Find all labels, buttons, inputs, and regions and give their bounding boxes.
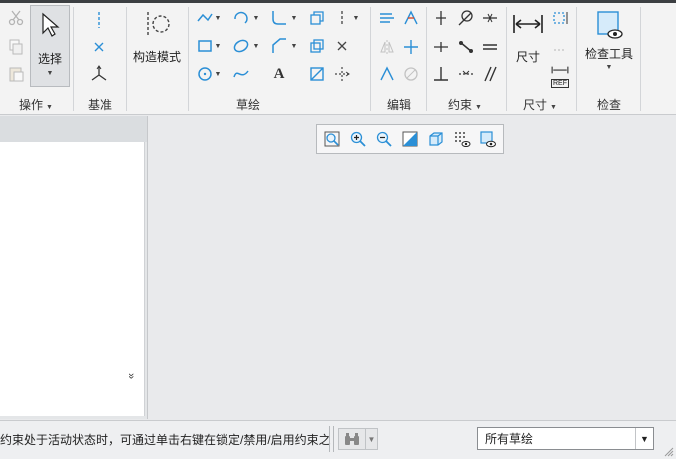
repaint-icon[interactable]	[399, 128, 421, 150]
zoom-in-icon[interactable]	[347, 128, 369, 150]
coincident-constraint-icon[interactable]	[455, 36, 477, 58]
group-divider	[126, 7, 127, 111]
coordinate-system-icon[interactable]	[88, 63, 110, 85]
group-divider	[188, 7, 189, 111]
inspect-tools-label: 检查工具	[584, 47, 633, 61]
app-window: { "ribbon": { "operations": {"select_lab…	[0, 0, 676, 459]
ellipse-icon[interactable]	[230, 35, 252, 57]
palette-icon[interactable]	[306, 63, 328, 85]
sketch-group-label: 草绘	[236, 98, 261, 112]
spline-icon[interactable]	[230, 63, 252, 85]
edit-group-label: 编辑	[387, 98, 412, 112]
expand-panel-icon[interactable]: »	[125, 373, 137, 379]
perimeter-icon[interactable]	[549, 7, 571, 29]
selection-filter-value: 所有草绘	[485, 432, 534, 446]
resize-grip-icon[interactable]	[664, 447, 674, 457]
construction-mode-icon	[147, 12, 170, 36]
chevron-down-icon: ▼	[605, 64, 613, 71]
rotate-resize-icon[interactable]	[376, 63, 398, 85]
view-toolbar	[316, 124, 504, 154]
reference-dimension-icon[interactable]: REF	[549, 63, 571, 88]
status-message: 约束处于活动状态时，可通过单击右键在锁定/禁用/启用约束之	[0, 433, 331, 447]
saved-views-icon[interactable]	[477, 128, 499, 150]
chevron-down-icon[interactable]: ▼	[350, 7, 362, 29]
dimension-group-label[interactable]: 尺寸 ▼	[523, 96, 557, 113]
corner-icon[interactable]	[400, 36, 422, 58]
inspect-tools-icon	[597, 11, 623, 39]
baseline-icon[interactable]	[549, 36, 571, 58]
symmetric-constraint-icon[interactable]	[455, 63, 477, 85]
model-tree-panel: »	[0, 116, 148, 419]
equal-constraint-icon[interactable]	[479, 36, 501, 58]
chamfer-icon[interactable]	[268, 35, 290, 57]
chevron-down-icon[interactable]: ▼	[365, 429, 377, 449]
horizontal-constraint-icon[interactable]	[430, 36, 452, 58]
inspect-group-label: 检查	[597, 98, 622, 112]
zoom-out-icon[interactable]	[373, 128, 395, 150]
group-divider	[506, 7, 507, 111]
chevron-down-icon[interactable]: ▼	[635, 428, 653, 449]
midpoint-constraint-icon[interactable]	[479, 7, 501, 29]
chevron-down-icon[interactable]: ▼	[212, 7, 224, 29]
select-label: 选择	[37, 52, 62, 66]
chevron-down-icon[interactable]: ▼	[288, 35, 300, 57]
dimension-icon	[513, 15, 543, 33]
perpendicular-constraint-icon[interactable]	[430, 63, 452, 85]
datum-point-icon[interactable]	[88, 36, 110, 58]
modify-icon[interactable]	[331, 63, 353, 85]
trim-icon[interactable]	[376, 7, 398, 29]
chevron-down-icon[interactable]: ▼	[250, 35, 262, 57]
construction-mode-button[interactable]: 构造模式	[131, 9, 183, 65]
mirror-icon[interactable]	[376, 36, 398, 58]
delete-segment-icon[interactable]	[400, 63, 422, 85]
arrow-cursor-icon	[39, 12, 61, 41]
group-divider	[640, 7, 641, 111]
paste-icon[interactable]	[5, 63, 27, 85]
panel-body	[0, 142, 145, 416]
status-divider	[329, 426, 330, 452]
offset-icon[interactable]	[306, 7, 328, 29]
tangent-constraint-icon[interactable]	[455, 7, 477, 29]
arc-icon[interactable]	[230, 7, 252, 29]
cut-icon[interactable]	[5, 7, 27, 29]
select-button[interactable]: 选择 ▼	[30, 5, 70, 87]
datum-centerline-icon[interactable]	[88, 9, 110, 31]
vertical-constraint-icon[interactable]	[430, 7, 452, 29]
binoculars-icon	[339, 432, 365, 446]
operations-group-label[interactable]: 操作 ▼	[19, 96, 53, 113]
display-style-icon[interactable]	[425, 128, 447, 150]
find-button[interactable]: ▼	[338, 428, 378, 450]
divide-icon[interactable]	[400, 7, 422, 29]
dimension-button[interactable]: 尺寸	[509, 9, 547, 65]
chevron-down-icon[interactable]: ▼	[212, 35, 224, 57]
panel-header	[0, 116, 147, 142]
thicken-icon[interactable]	[306, 35, 328, 57]
group-divider	[426, 7, 427, 111]
group-divider	[576, 7, 577, 111]
group-divider	[370, 7, 371, 111]
status-divider	[333, 426, 334, 452]
inspect-tools-button[interactable]: 检查工具 ▼	[580, 9, 638, 71]
graphics-canvas[interactable]	[149, 116, 676, 419]
chevron-down-icon[interactable]: ▼	[250, 7, 262, 29]
group-divider	[73, 7, 74, 111]
refit-icon[interactable]	[321, 128, 343, 150]
constraints-group-label[interactable]: 约束 ▼	[448, 96, 482, 113]
fillet-icon[interactable]	[268, 7, 290, 29]
sketcher-display-filter-icon[interactable]	[451, 128, 473, 150]
chevron-down-icon: ▼	[46, 70, 54, 77]
chevron-down-icon[interactable]: ▼	[288, 7, 300, 29]
text-icon[interactable]: A	[268, 63, 290, 85]
status-bar: 约束处于活动状态时，可通过单击右键在锁定/禁用/启用约束之 ▼ 所有草绘 ▼	[0, 420, 676, 459]
construction-mode-label: 构造模式	[132, 50, 181, 64]
selection-filter-select[interactable]: 所有草绘 ▼	[477, 427, 654, 450]
dimension-label: 尺寸	[515, 50, 540, 64]
copy-icon[interactable]	[5, 36, 27, 58]
chevron-down-icon[interactable]: ▼	[212, 63, 224, 85]
ribbon: 选择 ▼ 操作 ▼ 基准 构造模式 ▼ ▼ ▼ ▼ ▼ ▼ ▼ ▼ A 草绘 编…	[0, 3, 676, 115]
datum-group-label: 基准	[88, 98, 113, 112]
point-icon[interactable]	[331, 35, 353, 57]
parallel-constraint-icon[interactable]	[479, 63, 501, 85]
